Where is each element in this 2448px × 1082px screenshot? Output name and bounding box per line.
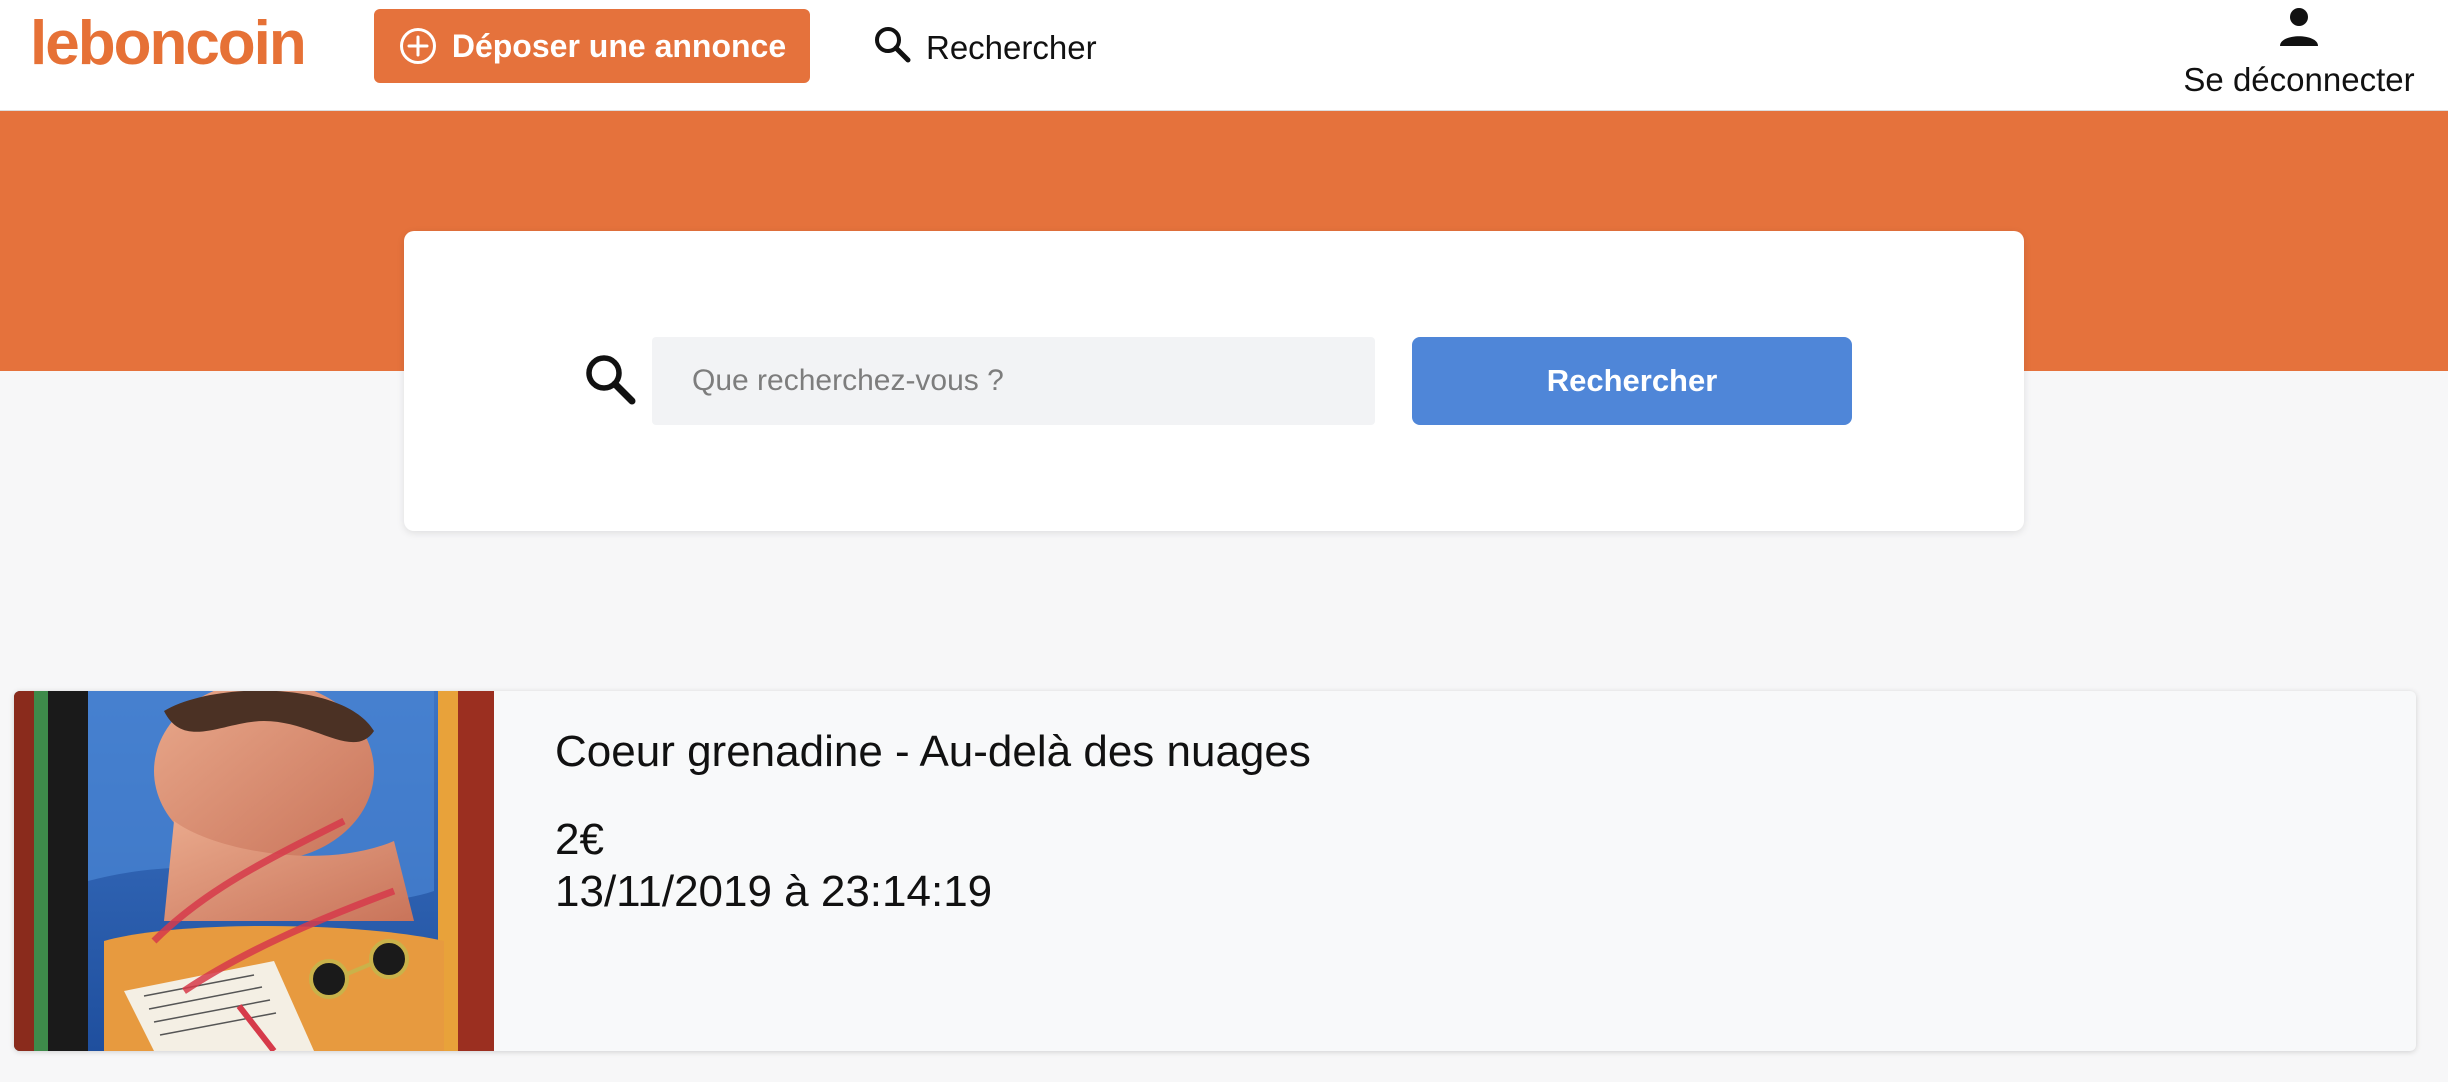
search-icon [582,351,638,412]
listing-price: 2€ [555,815,604,864]
plus-circle-icon [398,26,438,66]
listing-thumbnail [14,691,494,1051]
listing-card[interactable]: Coeur grenadine - Au-delà des nuages 2€ … [14,691,2416,1051]
search-input[interactable] [652,337,1375,425]
search-button[interactable]: Rechercher [1412,337,1852,425]
listing-date: 13/11/2019 à 23:14:19 [555,867,993,916]
logout-button[interactable]: Se déconnecter [2183,4,2415,99]
post-ad-label: Déposer une annonce [451,27,787,64]
user-icon [2277,4,2321,53]
post-ad-button[interactable]: Déposer une annonce [374,9,810,83]
search-icon [872,24,912,72]
search-card: Rechercher [404,231,2024,531]
logout-label: Se déconnecter [2183,61,2415,98]
nav-search-link[interactable]: Rechercher [872,24,1097,72]
nav-search-label: Rechercher [926,29,1097,66]
top-header: leboncoin Déposer une annonce Rechercher [0,0,2448,111]
leboncoin-logo[interactable]: leboncoin [30,8,307,80]
listing-title[interactable]: Coeur grenadine - Au-delà des nuages [555,727,1311,777]
